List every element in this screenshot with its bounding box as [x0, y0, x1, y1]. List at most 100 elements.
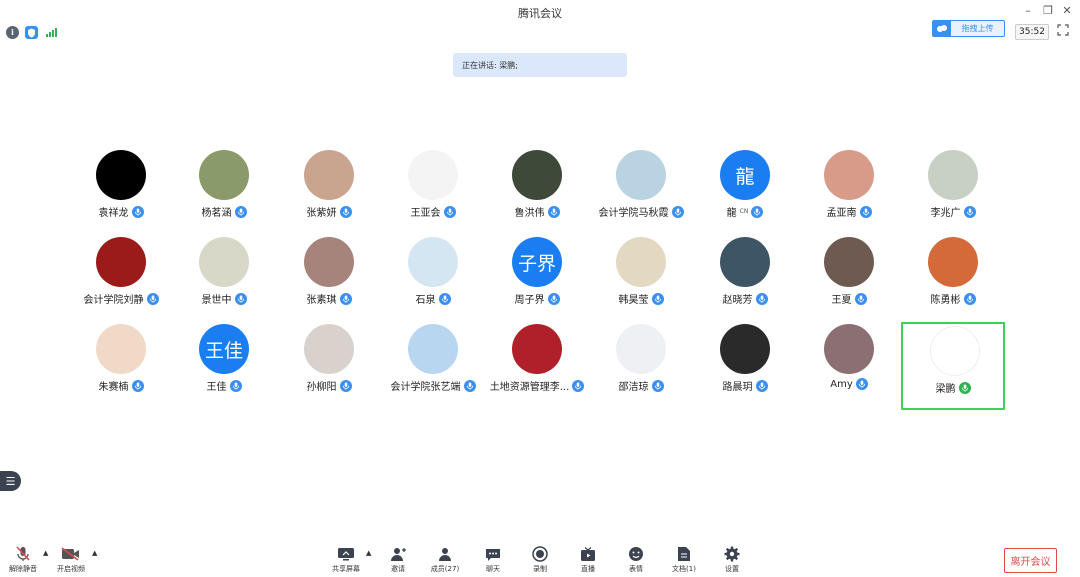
- close-icon[interactable]: ✕: [1060, 4, 1074, 17]
- restore-icon[interactable]: ❐: [1041, 4, 1055, 17]
- speaking-banner: 正在讲话: 梁鹏;: [453, 53, 627, 77]
- participant-name-line: 周子界: [485, 291, 589, 306]
- share-options-caret-icon[interactable]: ▲: [366, 549, 371, 557]
- fullscreen-icon[interactable]: [1057, 24, 1071, 38]
- participant-name-line: 龍 CN: [693, 204, 797, 219]
- participant-tile[interactable]: 袁祥龙: [69, 148, 173, 236]
- participant-name-line: 赵晓芳: [693, 291, 797, 306]
- mic-icon: [438, 292, 451, 305]
- participant-tile[interactable]: 陈勇彬: [901, 235, 1005, 323]
- live-button[interactable]: 直播: [568, 545, 608, 574]
- participant-name-line: 张素琪: [277, 291, 381, 306]
- start-video-button[interactable]: 开启视频: [51, 545, 91, 574]
- video-options-caret-icon[interactable]: ▲: [92, 549, 97, 557]
- avatar: [928, 150, 978, 200]
- participant-name-line: 邵洁琼: [589, 378, 693, 393]
- settings-button[interactable]: 设置: [712, 545, 752, 574]
- signal-icon[interactable]: [44, 26, 57, 39]
- participant-name-line: 土地资源管理李...: [485, 378, 589, 393]
- mic-icon: [463, 379, 476, 392]
- participant-tile[interactable]: 龍龍 CN: [693, 148, 797, 236]
- participant-tile[interactable]: 王亚会: [381, 148, 485, 236]
- participant-tile[interactable]: 路晨玥: [693, 322, 797, 410]
- participant-tile[interactable]: 孙柳阳: [277, 322, 381, 410]
- avatar: 龍: [720, 150, 770, 200]
- info-icon[interactable]: i: [6, 26, 19, 39]
- avatar: [720, 237, 770, 287]
- record-button[interactable]: 录制: [520, 545, 560, 574]
- minimize-icon[interactable]: –: [1021, 4, 1035, 17]
- invite-button[interactable]: 邀请: [378, 545, 418, 574]
- participant-tile[interactable]: Amy: [797, 322, 901, 410]
- mic-icon: [339, 205, 352, 218]
- participant-tile[interactable]: 杨茗涵: [172, 148, 276, 236]
- participant-name: 韩昊莹: [618, 295, 649, 306]
- avatar: [824, 237, 874, 287]
- live-label: 直播: [581, 565, 595, 573]
- participant-tile[interactable]: 邵洁琼: [589, 322, 693, 410]
- share-screen-button[interactable]: 共享屏幕: [326, 545, 366, 574]
- participant-tile[interactable]: 王佳 王佳: [172, 322, 276, 410]
- avatar: [616, 237, 666, 287]
- title-bar: 腾讯会议 – ❐ ✕: [0, 0, 1080, 24]
- avatar: [512, 324, 562, 374]
- participant-tile[interactable]: 会计学院马秋霞: [589, 148, 693, 236]
- members-button[interactable]: 成员(27): [425, 545, 465, 574]
- participant-name-line: 张紫妍: [277, 204, 381, 219]
- avatar: [408, 324, 458, 374]
- mic-icon: [671, 205, 684, 218]
- cloud-icon: [933, 21, 951, 36]
- list-toggle-icon[interactable]: ☰: [0, 471, 21, 491]
- avatar: 王佳: [199, 324, 249, 374]
- participant-name: 王佳: [206, 382, 227, 393]
- record-icon: [520, 545, 560, 563]
- unmute-button[interactable]: 解除静音: [3, 545, 43, 574]
- reactions-button[interactable]: 表情: [616, 545, 656, 574]
- avatar: [96, 150, 146, 200]
- invite-label: 邀请: [391, 565, 405, 573]
- reactions-label: 表情: [629, 565, 643, 573]
- participant-name-line: 朱赛楠: [69, 378, 173, 393]
- participant-name-line: 韩昊莹: [589, 291, 693, 306]
- participant-name: 陈勇彬: [930, 295, 961, 306]
- leave-meeting-button[interactable]: 离开会议: [1004, 548, 1057, 573]
- mic-icon: [651, 379, 664, 392]
- participant-name: 杨茗涵: [201, 208, 232, 219]
- participant-name-line: 梁鹏: [903, 380, 1003, 395]
- participant-name: 会计学院马秋霞: [598, 208, 669, 219]
- participant-tile[interactable]: 张紫妍: [277, 148, 381, 236]
- participant-tile[interactable]: 李兆广: [901, 148, 1005, 236]
- participant-name-line: 会计学院刘静: [69, 291, 173, 306]
- mic-icon: [234, 292, 247, 305]
- shield-icon[interactable]: [25, 26, 38, 39]
- participant-tile[interactable]: 会计学院张艺端: [381, 322, 485, 410]
- participant-tile[interactable]: 孟亚南: [797, 148, 901, 236]
- mic-icon: [958, 381, 971, 394]
- mic-icon: [755, 379, 768, 392]
- participant-tile[interactable]: 张素琪: [277, 235, 381, 323]
- participant-tile[interactable]: 赵晓芳: [693, 235, 797, 323]
- participant-tile[interactable]: 鲁洪伟: [485, 148, 589, 236]
- participant-tile[interactable]: 梁鹏: [901, 322, 1005, 410]
- meeting-timer: 35:52: [1015, 24, 1049, 40]
- participant-name: 赵晓芳: [722, 295, 753, 306]
- participant-name-line: 李兆广: [901, 204, 1005, 219]
- participant-tile[interactable]: 朱赛楠: [69, 322, 173, 410]
- chat-button[interactable]: 聊天: [473, 545, 513, 574]
- video-off-icon: [51, 545, 91, 563]
- participant-name-line: 王亚会: [381, 204, 485, 219]
- docs-button[interactable]: 文档(1): [664, 545, 704, 574]
- avatar: [616, 150, 666, 200]
- participant-tile[interactable]: 韩昊莹: [589, 235, 693, 323]
- drag-upload-button[interactable]: 拖拽上传: [932, 20, 1005, 37]
- mic-icon: [131, 205, 144, 218]
- mic-options-caret-icon[interactable]: ▲: [43, 549, 48, 557]
- participant-tile[interactable]: 土地资源管理李...: [485, 322, 589, 410]
- participant-tile[interactable]: 王夏: [797, 235, 901, 323]
- participant-name-line: 路晨玥: [693, 378, 797, 393]
- participant-tile[interactable]: 石泉: [381, 235, 485, 323]
- participant-tile[interactable]: 景世中: [172, 235, 276, 323]
- participant-tile[interactable]: 会计学院刘静: [69, 235, 173, 323]
- participant-name: Amy: [830, 378, 853, 390]
- participant-tile[interactable]: 子界 周子界: [485, 235, 589, 323]
